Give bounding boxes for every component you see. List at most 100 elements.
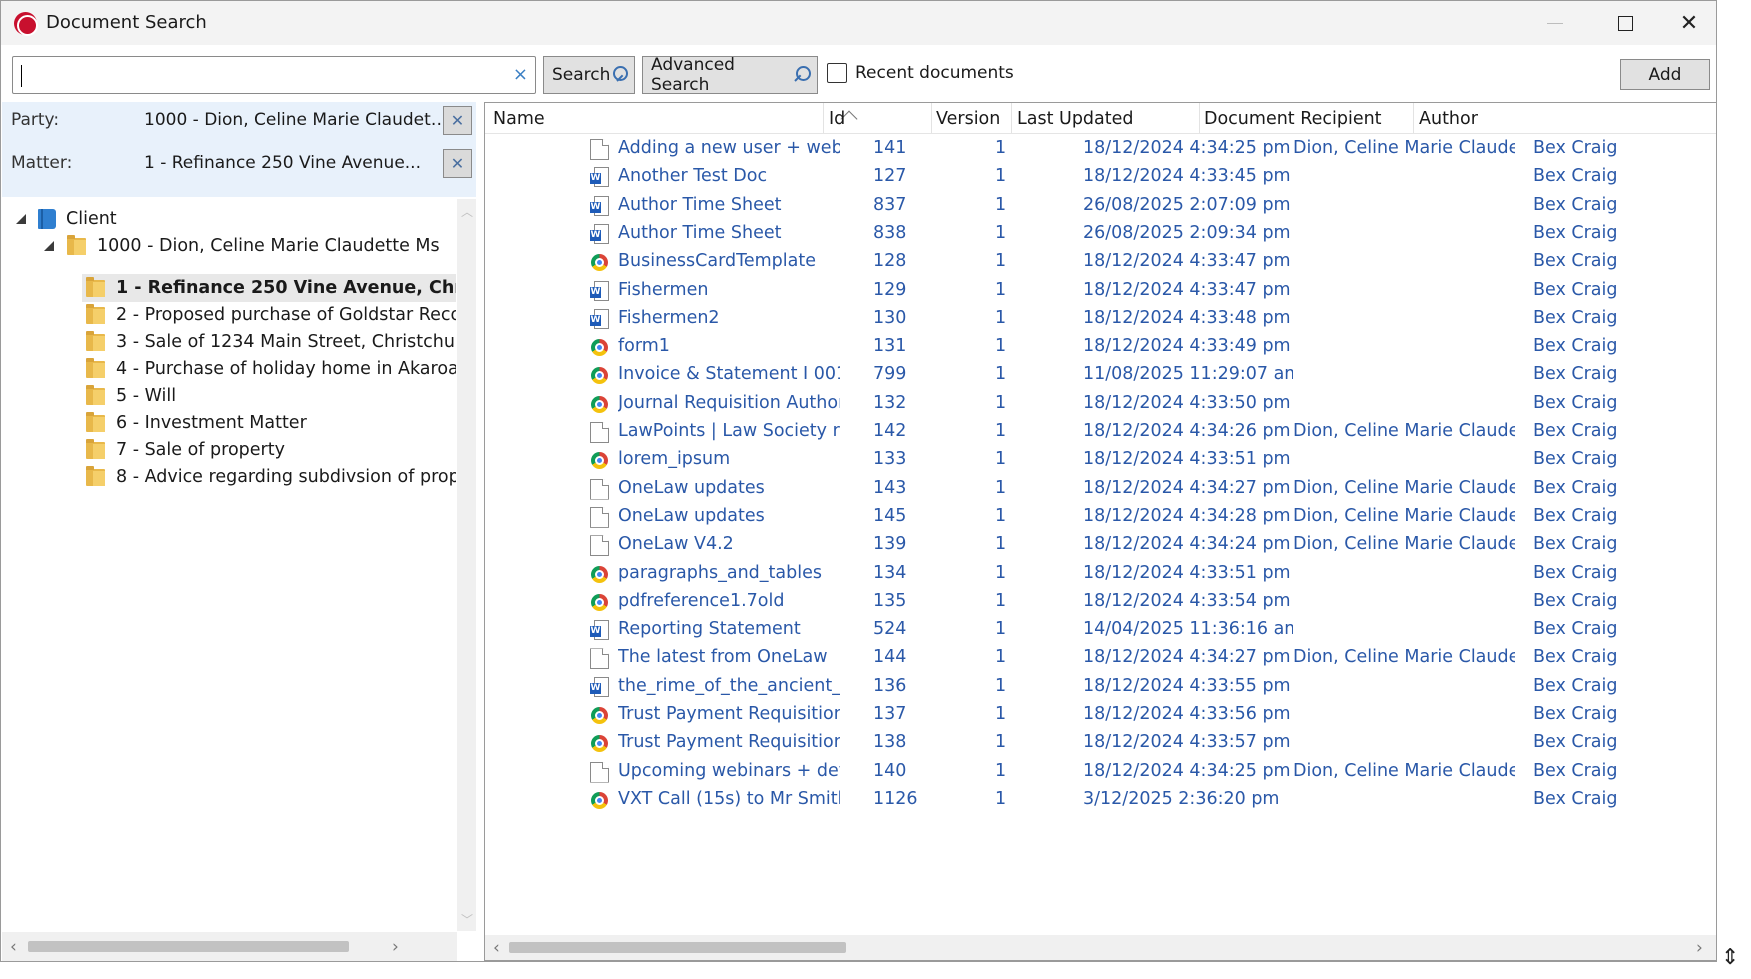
cell-name[interactable]: Author Time Sheet [618,223,840,243]
cell-name[interactable]: BusinessCardTemplate [618,251,840,271]
tree-node-label: 7 - Sale of property [116,440,285,460]
search-input[interactable] [19,61,499,89]
table-row[interactable]: W Reporting Statement 524 1 14/04/2025 11:36… [485,615,1716,646]
cell-name[interactable]: The latest from OneLaw [618,647,840,667]
column-separator[interactable] [1413,103,1414,133]
cell-name[interactable]: lorem_ipsum [618,449,840,469]
table-row[interactable]: BusinessCardTemplate 128 1 18/12/2024 4:33:… [485,247,1716,278]
table-row[interactable]: Invoice & Statement I 001027 799 1 11/08/20… [485,360,1716,391]
table-row[interactable]: form1 131 1 18/12/2024 4:33:49 pm Bex Craig [485,332,1716,363]
cell-name[interactable]: form1 [618,336,840,356]
cell-name[interactable]: Adding a new user + webinar [618,138,840,158]
tree-node-matter[interactable]: 5 - Will [82,382,182,410]
column-header-document-recipient[interactable]: Document Recipient [1204,109,1382,129]
column-separator[interactable] [931,103,932,133]
tree-node-matter[interactable]: 2 - Proposed purchase of Goldstar Record… [82,301,456,329]
maximize-button[interactable] [1590,1,1660,45]
column-separator[interactable] [1011,103,1012,133]
cell-name[interactable]: Fishermen [618,280,840,300]
tree-horizontal-scrollbar[interactable]: ‹ › [2,932,457,961]
tree-node-matter[interactable]: 3 - Sale of 1234 Main Street, Christchur… [82,328,456,356]
scroll-left-icon[interactable]: ‹ [10,937,17,957]
cell-name[interactable]: LawPoints | Law Society recommendations [618,421,840,441]
search-button[interactable]: Search [543,56,635,94]
cell-name[interactable]: Author Time Sheet [618,195,840,215]
table-row[interactable]: Upcoming webinars + developments 140 1 18/1… [485,757,1716,788]
resize-cursor-icon[interactable]: ⇕ [1721,945,1739,970]
clear-party-button[interactable]: ✕ [443,106,472,135]
table-row[interactable]: pdfreference1.7old 135 1 18/12/2024 4:33:54… [485,587,1716,618]
collapse-arrow-icon[interactable] [16,214,26,224]
cell-name[interactable]: Trust Payment Requisition Authorisation [618,732,840,752]
cell-name[interactable]: OneLaw updates [618,478,840,498]
clear-matter-button[interactable]: ✕ [443,149,472,178]
collapse-arrow-icon[interactable] [44,241,54,251]
tree-node-matter[interactable]: 7 - Sale of property [82,436,291,464]
table-row[interactable]: Adding a new user + webinar 141 1 18/12/202… [485,134,1716,165]
column-separator[interactable] [823,103,824,133]
grid-horizontal-scrollbar[interactable]: ‹ › [485,935,1716,960]
tree-node-client[interactable]: Client [16,205,117,233]
column-separator[interactable] [1199,103,1200,133]
scroll-up-icon[interactable]: ︿ [461,203,473,220]
table-row[interactable]: Journal Requisition Authorisation 132 1 18/… [485,389,1716,420]
cell-name[interactable]: Reporting Statement [618,619,840,639]
column-header-id[interactable]: Id [829,109,845,129]
table-row[interactable]: W Another Test Doc 127 1 18/12/2024 4:33:45 … [485,162,1716,193]
table-row[interactable]: W Author Time Sheet 837 1 26/08/2025 2:07:09… [485,191,1716,222]
table-row[interactable]: W Fishermen 129 1 18/12/2024 4:33:47 pm Bex C… [485,276,1716,307]
table-row[interactable]: lorem_ipsum 133 1 18/12/2024 4:33:51 pm Bex … [485,445,1716,476]
tree-scroll-thumb[interactable] [28,941,349,952]
table-row[interactable]: paragraphs_and_tables 134 1 18/12/2024 4:33… [485,559,1716,590]
scroll-right-icon[interactable]: › [1696,938,1703,958]
cell-author: Bex Craig [1533,251,1618,272]
table-row[interactable]: W Fishermen2 130 1 18/12/2024 4:33:48 pm Bex … [485,304,1716,335]
tree-node-matter[interactable]: 4 - Purchase of holiday home in Akaroa [82,355,456,383]
tree-node-matter[interactable]: 8 - Advice regarding subdivsion of prope… [82,463,456,491]
tree-node-matter[interactable]: 6 - Investment Matter [82,409,313,437]
recent-documents-checkbox[interactable] [827,63,847,83]
cell-name[interactable]: OneLaw updates [618,506,840,526]
clear-search-icon[interactable]: × [513,64,528,86]
table-row[interactable]: LawPoints | Law Society recommendations 1… [485,417,1716,448]
scroll-down-icon[interactable]: ﹀ [461,911,473,928]
scroll-right-icon[interactable]: › [392,937,399,957]
scroll-left-icon[interactable]: ‹ [493,938,500,958]
column-header-author[interactable]: Author [1419,109,1478,129]
close-button[interactable]: ✕ [1660,1,1718,45]
cell-name[interactable]: Upcoming webinars + developments [618,761,840,781]
grid-scroll-thumb[interactable] [509,942,846,953]
minimize-button[interactable] [1520,1,1590,45]
add-button[interactable]: Add [1620,59,1710,90]
table-row[interactable]: Trust Payment Requisition Authorisation 1… [485,728,1716,759]
table-row[interactable]: OneLaw updates 143 1 18/12/2024 4:34:27 pm D… [485,474,1716,505]
cell-version: 1 [995,449,1007,470]
cell-name[interactable]: Fishermen2 [618,308,840,328]
table-row[interactable]: VXT Call (15s) to Mr Smith (+64 1126 1 3/12… [485,785,1716,816]
tree-node-party[interactable]: 1000 - Dion, Celine Marie Claudette Ms [44,232,440,260]
column-header-last-updated[interactable]: Last Updated [1017,109,1134,129]
table-row[interactable]: The latest from OneLaw 144 1 18/12/2024 4:3… [485,643,1716,674]
advanced-search-button[interactable]: Advanced Search [642,55,818,95]
cell-name[interactable]: Trust Payment Requisition Authorisation [618,704,840,724]
cell-name[interactable]: Another Test Doc [618,166,840,186]
tree-vertical-scrollbar[interactable]: ︿ ﹀ [457,199,476,931]
cell-name[interactable]: pdfreference1.7old [618,591,840,611]
tree-node-matter[interactable]: 1 - Refinance 250 Vine Avenue, Christchu… [82,274,456,302]
column-header-name[interactable]: Name [493,109,545,129]
recent-documents-toggle[interactable]: Recent documents [827,63,1014,83]
table-row[interactable]: Trust Payment Requisition Authorisation 1… [485,700,1716,731]
cell-name[interactable]: Journal Requisition Authorisation [618,393,840,413]
cell-name[interactable]: OneLaw V4.2 [618,534,840,554]
folder-icon [86,438,105,459]
table-row[interactable]: OneLaw V4.2 139 1 18/12/2024 4:34:24 pm Dion… [485,530,1716,561]
table-row[interactable]: W Author Time Sheet 838 1 26/08/2025 2:09:34… [485,219,1716,250]
cell-name[interactable]: Invoice & Statement I 001027 [618,364,840,384]
search-box[interactable]: × [12,56,536,94]
cell-name[interactable]: paragraphs_and_tables [618,563,840,583]
column-header-version[interactable]: Version [936,109,1000,129]
table-row[interactable]: OneLaw updates 145 1 18/12/2024 4:34:28 pm D… [485,502,1716,533]
cell-name[interactable]: VXT Call (15s) to Mr Smith (+64 [618,789,840,809]
cell-name[interactable]: the_rime_of_the_ancient_mariner [618,676,840,696]
table-row[interactable]: Wthe_rime_of_the_ancient_mariner 136 1 18/1… [485,672,1716,703]
